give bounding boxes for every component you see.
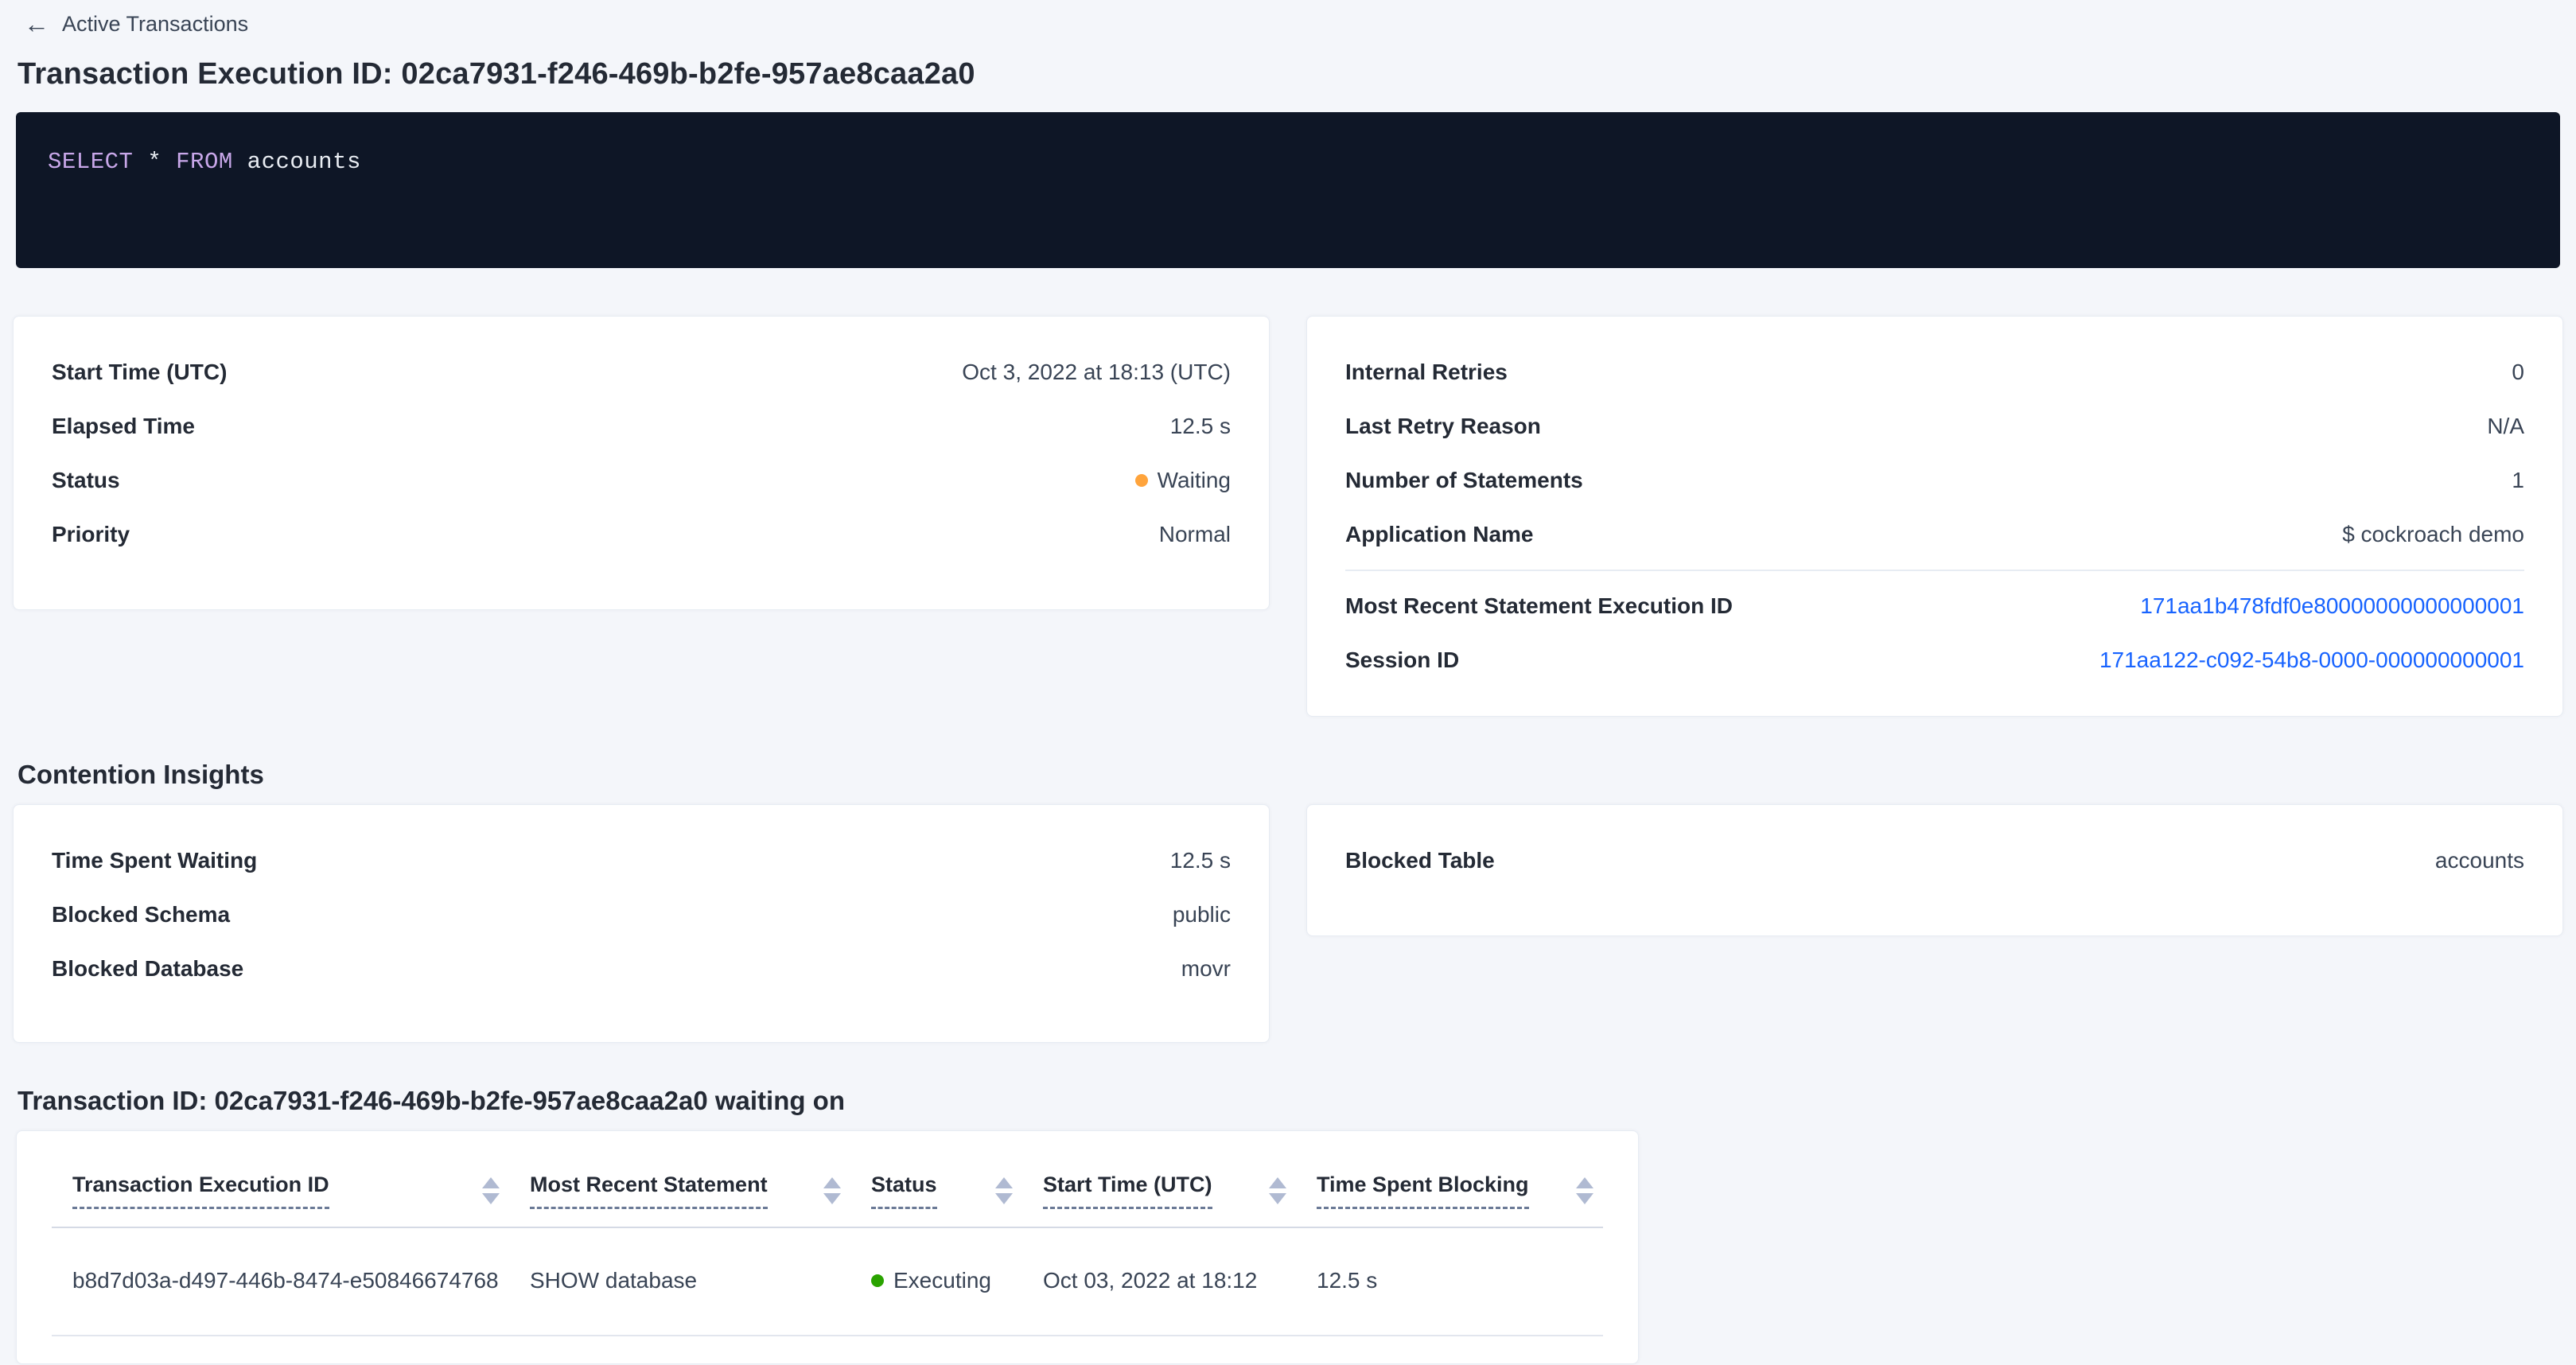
statement-execution-id-row: Most Recent Statement Execution ID 171aa… xyxy=(1345,579,2524,633)
column-header-status[interactable]: Status xyxy=(850,1131,1022,1227)
blocked-database-value: movr xyxy=(1181,956,1231,982)
contention-insights-heading: Contention Insights xyxy=(18,760,2563,790)
column-header-label: Most Recent Statement xyxy=(530,1172,768,1209)
elapsed-time-row: Elapsed Time 12.5 s xyxy=(52,399,1231,453)
status-label: Status xyxy=(52,468,120,493)
page-title: Transaction Execution ID: 02ca7931-f246-… xyxy=(18,57,2563,91)
column-header-start-time[interactable]: Start Time (UTC) xyxy=(1022,1131,1296,1227)
session-id-link[interactable]: 171aa122-c092-54b8-0000-000000000001 xyxy=(2099,648,2524,673)
column-header-transaction-execution-id[interactable]: Transaction Execution ID xyxy=(52,1131,509,1227)
start-time-row: Start Time (UTC) Oct 3, 2022 at 18:13 (U… xyxy=(52,345,1231,399)
transaction-details-page: ← Active Transactions Transaction Execut… xyxy=(0,0,2576,1364)
cell-time-spent-blocking: 12.5 s xyxy=(1296,1227,1603,1336)
session-id-label: Session ID xyxy=(1345,648,1459,673)
sql-star: * xyxy=(133,149,176,175)
priority-row: Priority Normal xyxy=(52,508,1231,562)
table-header-row: Transaction Execution ID Most Recent Sta… xyxy=(52,1131,1603,1227)
back-link-label: Active Transactions xyxy=(62,12,248,37)
sql-keyword-from: FROM xyxy=(176,149,233,175)
sort-icon[interactable] xyxy=(995,1177,1013,1204)
session-id-row: Session ID 171aa122-c092-54b8-0000-00000… xyxy=(1345,633,2524,687)
last-retry-reason-label: Last Retry Reason xyxy=(1345,414,1541,439)
waiting-transactions-table: Transaction Execution ID Most Recent Sta… xyxy=(52,1131,1603,1336)
internal-retries-value: 0 xyxy=(2512,360,2524,385)
waiting-status-dot xyxy=(1135,474,1148,487)
cell-start-time: Oct 03, 2022 at 18:12 xyxy=(1022,1227,1296,1336)
waiting-on-table-card: Transaction Execution ID Most Recent Sta… xyxy=(16,1130,1639,1364)
blocked-table-value: accounts xyxy=(2435,848,2524,873)
internal-retries-label: Internal Retries xyxy=(1345,360,1508,385)
time-spent-waiting-label: Time Spent Waiting xyxy=(52,848,257,873)
blocked-database-row: Blocked Database movr xyxy=(52,942,1231,996)
time-spent-waiting-row: Time Spent Waiting 12.5 s xyxy=(52,834,1231,888)
executing-status-dot xyxy=(871,1274,884,1287)
cell-status: Executing xyxy=(850,1227,1022,1336)
last-retry-reason-row: Last Retry Reason N/A xyxy=(1345,399,2524,453)
blocked-schema-value: public xyxy=(1173,902,1231,928)
application-name-value: $ cockroach demo xyxy=(2342,522,2524,547)
sort-icon[interactable] xyxy=(823,1177,841,1204)
column-header-label: Start Time (UTC) xyxy=(1043,1172,1212,1209)
overview-card-right: Internal Retries 0 Last Retry Reason N/A… xyxy=(1306,316,2563,717)
priority-label: Priority xyxy=(52,522,130,547)
back-link-active-transactions[interactable]: ← Active Transactions xyxy=(24,11,248,37)
blocked-schema-row: Blocked Schema public xyxy=(52,888,1231,942)
card-divider xyxy=(1345,570,2524,571)
back-arrow-icon: ← xyxy=(24,11,49,37)
sort-icon[interactable] xyxy=(482,1177,500,1204)
cell-transaction-execution-id: b8d7d03a-d497-446b-8474-e50846674768 xyxy=(52,1227,509,1336)
priority-value: Normal xyxy=(1159,522,1231,547)
elapsed-time-value: 12.5 s xyxy=(1170,414,1231,439)
status-value: Waiting xyxy=(1135,468,1231,493)
statement-count-row: Number of Statements 1 xyxy=(1345,453,2524,508)
sql-statement: SELECT * FROM accounts xyxy=(48,149,361,175)
column-header-label: Transaction Execution ID xyxy=(72,1172,329,1209)
statement-execution-id-link[interactable]: 171aa1b478fdf0e80000000000000001 xyxy=(2140,593,2524,619)
start-time-value: Oct 3, 2022 at 18:13 (UTC) xyxy=(962,360,1231,385)
last-retry-reason-value: N/A xyxy=(2487,414,2524,439)
sql-table-name: accounts xyxy=(233,149,361,175)
blocked-database-label: Blocked Database xyxy=(52,956,243,982)
elapsed-time-label: Elapsed Time xyxy=(52,414,195,439)
contention-card-right: Blocked Table accounts xyxy=(1306,804,2563,936)
blocked-table-label: Blocked Table xyxy=(1345,848,1495,873)
statement-count-label: Number of Statements xyxy=(1345,468,1583,493)
start-time-label: Start Time (UTC) xyxy=(52,360,227,385)
column-header-most-recent-statement[interactable]: Most Recent Statement xyxy=(509,1131,850,1227)
cell-most-recent-statement: SHOW database xyxy=(509,1227,850,1336)
contention-card-left: Time Spent Waiting 12.5 s Blocked Schema… xyxy=(13,804,1270,1043)
statement-count-value: 1 xyxy=(2512,468,2524,493)
column-header-label: Status xyxy=(871,1172,937,1209)
application-name-label: Application Name xyxy=(1345,522,1533,547)
sort-icon[interactable] xyxy=(1269,1177,1286,1204)
blocked-table-row: Blocked Table accounts xyxy=(1345,834,2524,888)
statement-execution-id-label: Most Recent Statement Execution ID xyxy=(1345,593,1733,619)
status-value-text: Waiting xyxy=(1158,468,1231,492)
application-name-row: Application Name $ cockroach demo xyxy=(1345,508,2524,562)
column-header-time-spent-blocking[interactable]: Time Spent Blocking xyxy=(1296,1131,1603,1227)
blocked-schema-label: Blocked Schema xyxy=(52,902,230,928)
status-row: Status Waiting xyxy=(52,453,1231,508)
cell-status-text: Executing xyxy=(893,1268,991,1293)
sql-statement-box: SELECT * FROM accounts xyxy=(16,112,2560,268)
waiting-on-heading: Transaction ID: 02ca7931-f246-469b-b2fe-… xyxy=(18,1086,2563,1116)
sort-icon[interactable] xyxy=(1576,1177,1593,1204)
sql-keyword-select: SELECT xyxy=(48,149,133,175)
time-spent-waiting-value: 12.5 s xyxy=(1170,848,1231,873)
overview-card-left: Start Time (UTC) Oct 3, 2022 at 18:13 (U… xyxy=(13,316,1270,610)
table-row: b8d7d03a-d497-446b-8474-e50846674768 SHO… xyxy=(52,1227,1603,1336)
column-header-label: Time Spent Blocking xyxy=(1317,1172,1529,1209)
internal-retries-row: Internal Retries 0 xyxy=(1345,345,2524,399)
